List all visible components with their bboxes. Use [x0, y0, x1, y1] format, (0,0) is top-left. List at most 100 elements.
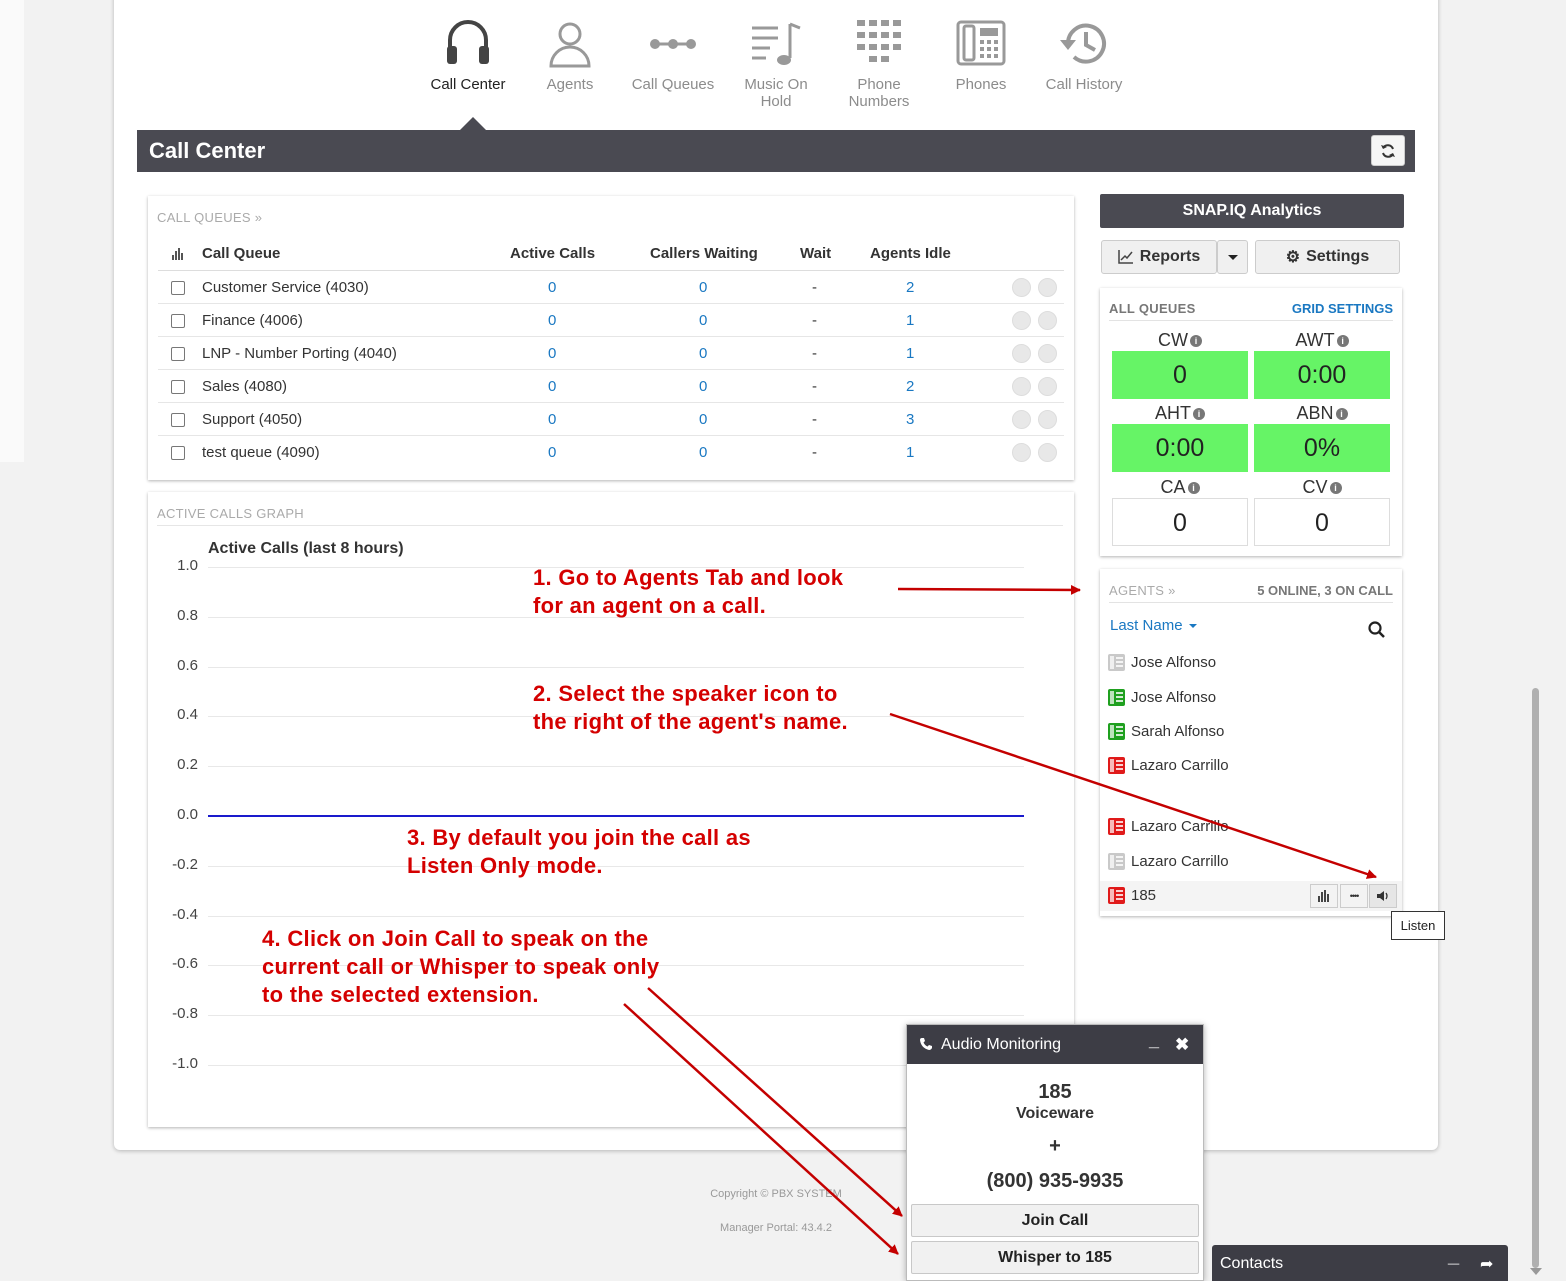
series-line: [208, 815, 1024, 817]
active-calls-value[interactable]: 0: [548, 312, 556, 329]
agent-icon[interactable]: [1012, 311, 1031, 330]
contacts-bar[interactable]: Contacts _ ➦: [1212, 1245, 1508, 1281]
edit-icon[interactable]: [1038, 443, 1057, 462]
edit-icon[interactable]: [1038, 410, 1057, 429]
nav-phones[interactable]: Phones: [933, 18, 1029, 93]
edit-icon[interactable]: [1038, 377, 1057, 396]
callers-waiting-value[interactable]: 0: [699, 345, 707, 362]
scroll-down-arrow-icon[interactable]: [1530, 1268, 1542, 1275]
popup-title: Audio Monitoring: [941, 1036, 1062, 1053]
callers-waiting-value[interactable]: 0: [699, 411, 707, 428]
agent-icon[interactable]: [1012, 344, 1031, 363]
col-call-queue[interactable]: Call Queue: [202, 245, 280, 262]
agent-name: Lazaro Carrillo: [1131, 853, 1229, 870]
call-queues-title[interactable]: CALL QUEUES »: [157, 210, 262, 225]
join-call-button[interactable]: Join Call: [911, 1204, 1199, 1237]
edit-icon[interactable]: [1038, 278, 1057, 297]
row-checkbox[interactable]: [171, 347, 185, 361]
agents-idle-value[interactable]: 1: [906, 444, 914, 461]
agent-icon[interactable]: [1012, 278, 1031, 297]
edit-icon[interactable]: [1038, 344, 1057, 363]
agent-icon[interactable]: [1012, 410, 1031, 429]
reports-dropdown-button[interactable]: [1217, 240, 1248, 274]
col-active-calls[interactable]: Active Calls: [510, 245, 595, 262]
agent-icon[interactable]: [1012, 443, 1031, 462]
agents-title[interactable]: AGENTS »: [1109, 583, 1176, 598]
agent-row[interactable]: Jose Alfonso: [1108, 654, 1216, 671]
phone-status-icon: [1108, 654, 1125, 671]
active-calls-value[interactable]: 0: [548, 378, 556, 395]
phone-status-icon: [1108, 818, 1125, 835]
agent-row[interactable]: Jose Alfonso: [1108, 689, 1216, 706]
popout-arrow-icon[interactable]: ➦: [1480, 1246, 1493, 1281]
agent-row-selected[interactable]: 185 ••••: [1100, 881, 1402, 911]
whisper-button[interactable]: Whisper to 185: [911, 1241, 1199, 1274]
callers-waiting-value[interactable]: 0: [699, 444, 707, 461]
agents-idle-value[interactable]: 2: [906, 378, 914, 395]
nav-label: Phone Numbers: [848, 76, 910, 110]
info-icon[interactable]: i: [1336, 335, 1349, 347]
callers-waiting-value[interactable]: 0: [699, 279, 707, 296]
agent-name: Lazaro Carrillo: [1131, 818, 1229, 835]
info-icon[interactable]: i: [1190, 335, 1202, 347]
agent-row[interactable]: Sarah Alfonso: [1108, 723, 1224, 740]
minimize-icon[interactable]: _: [1448, 1237, 1459, 1275]
agents-idle-value[interactable]: 2: [906, 279, 914, 296]
wait-value: -: [812, 444, 817, 461]
row-checkbox[interactable]: [171, 413, 185, 427]
agents-idle-value[interactable]: 1: [906, 312, 914, 329]
agents-idle-value[interactable]: 3: [906, 411, 914, 428]
info-icon[interactable]: i: [1193, 408, 1205, 420]
annotation-step-3: 3. By default you join the call as Liste…: [407, 825, 751, 878]
info-icon[interactable]: i: [1335, 408, 1348, 420]
agent-row[interactable]: Lazaro Carrillo: [1108, 818, 1229, 835]
refresh-button[interactable]: [1371, 135, 1405, 166]
row-checkbox[interactable]: [171, 380, 185, 394]
listen-button[interactable]: [1369, 884, 1397, 908]
settings-button[interactable]: ⚙ Settings: [1255, 240, 1400, 274]
close-icon[interactable]: ✖: [1175, 1025, 1189, 1064]
col-agents-idle[interactable]: Agents Idle: [870, 245, 951, 262]
active-calls-value[interactable]: 0: [548, 345, 556, 362]
info-icon[interactable]: i: [1187, 482, 1200, 494]
agent-row[interactable]: Lazaro Carrillo: [1108, 853, 1229, 870]
col-wait[interactable]: Wait: [800, 245, 831, 262]
more-button[interactable]: ••••: [1340, 884, 1368, 908]
snapiq-analytics-button[interactable]: SNAP.IQ Analytics: [1100, 194, 1404, 228]
phone-status-icon: [1108, 757, 1125, 774]
search-icon[interactable]: [1368, 621, 1386, 639]
nav-call-history[interactable]: Call History: [1036, 18, 1132, 93]
stats-button[interactable]: [1310, 884, 1338, 908]
agent-row[interactable]: Lazaro Carrillo: [1108, 757, 1229, 774]
top-nav: Call Center Agents Call Queues Music On …: [0, 18, 1566, 128]
nav-call-queues[interactable]: Call Queues: [625, 18, 721, 93]
edit-icon[interactable]: [1038, 311, 1057, 330]
agents-idle-value[interactable]: 1: [906, 345, 914, 362]
grid-settings-link[interactable]: GRID SETTINGS: [1292, 301, 1393, 316]
active-calls-value[interactable]: 0: [548, 279, 556, 296]
reports-button[interactable]: Reports: [1101, 240, 1217, 274]
row-checkbox[interactable]: [171, 281, 185, 295]
table-row: Support (4050) 0 0 - 3: [158, 403, 1064, 436]
callers-waiting-value[interactable]: 0: [699, 312, 707, 329]
agent-icon[interactable]: [1012, 377, 1031, 396]
nav-music-on-hold[interactable]: Music On Hold: [728, 18, 824, 110]
minimize-icon[interactable]: _: [1149, 1021, 1159, 1060]
page-scrollbar[interactable]: [1532, 688, 1539, 1268]
row-checkbox[interactable]: [171, 446, 185, 460]
row-checkbox[interactable]: [171, 314, 185, 328]
col-callers-waiting[interactable]: Callers Waiting: [650, 245, 758, 262]
callers-waiting-value[interactable]: 0: [699, 378, 707, 395]
bar-chart-icon: [172, 247, 184, 264]
nav-label: Call History: [1045, 76, 1123, 93]
nav-agents[interactable]: Agents: [522, 18, 618, 93]
nav-call-center[interactable]: Call Center: [420, 18, 516, 93]
info-icon[interactable]: i: [1329, 482, 1342, 494]
nav-phone-numbers[interactable]: Phone Numbers: [831, 18, 927, 110]
active-calls-value[interactable]: 0: [548, 444, 556, 461]
active-calls-value[interactable]: 0: [548, 411, 556, 428]
table-row: Sales (4080) 0 0 - 2: [158, 370, 1064, 403]
sort-dropdown[interactable]: Last Name: [1110, 617, 1197, 634]
y-tick-label: 0.6: [177, 656, 198, 674]
metric-label-abn: ABN i: [1254, 403, 1390, 424]
